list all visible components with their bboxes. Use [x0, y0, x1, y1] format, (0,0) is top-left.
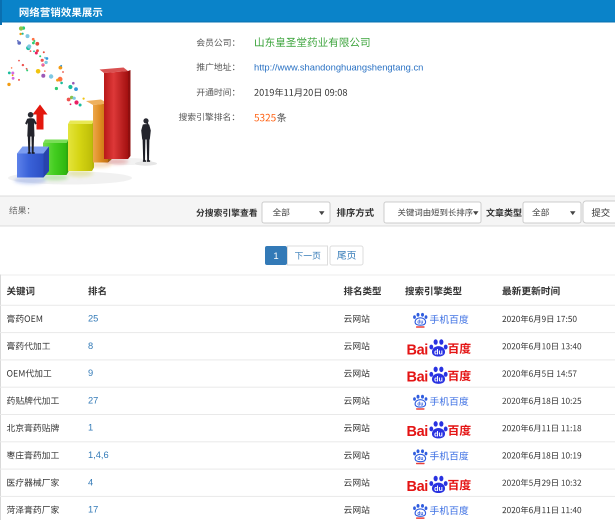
svg-text:25: 25 [88, 314, 98, 324]
svg-text:17: 17 [88, 505, 98, 515]
svg-text:1,4,6: 1,4,6 [88, 450, 109, 460]
svg-text:1: 1 [273, 251, 278, 262]
svg-text:9: 9 [88, 368, 93, 378]
svg-text:8: 8 [88, 341, 93, 351]
svg-text:du: du [417, 456, 423, 462]
svg-text:Bai: Bai [407, 479, 428, 495]
svg-text:Bai: Bai [407, 370, 428, 386]
svg-text:1: 1 [88, 423, 93, 433]
svg-text:Bai: Bai [407, 342, 428, 358]
svg-text:http://www.shandonghuangshengt: http://www.shandonghuangshengtang.cn [254, 62, 423, 73]
svg-text:du: du [417, 320, 423, 326]
svg-text:du: du [417, 511, 423, 517]
svg-text:du: du [417, 402, 423, 408]
svg-text:Bai: Bai [407, 424, 428, 440]
svg-text:du: du [434, 485, 443, 493]
svg-text:du: du [434, 376, 443, 384]
svg-text:du: du [434, 430, 443, 438]
svg-text:27: 27 [88, 395, 98, 405]
svg-text:du: du [434, 348, 443, 356]
svg-text:4: 4 [88, 477, 93, 487]
